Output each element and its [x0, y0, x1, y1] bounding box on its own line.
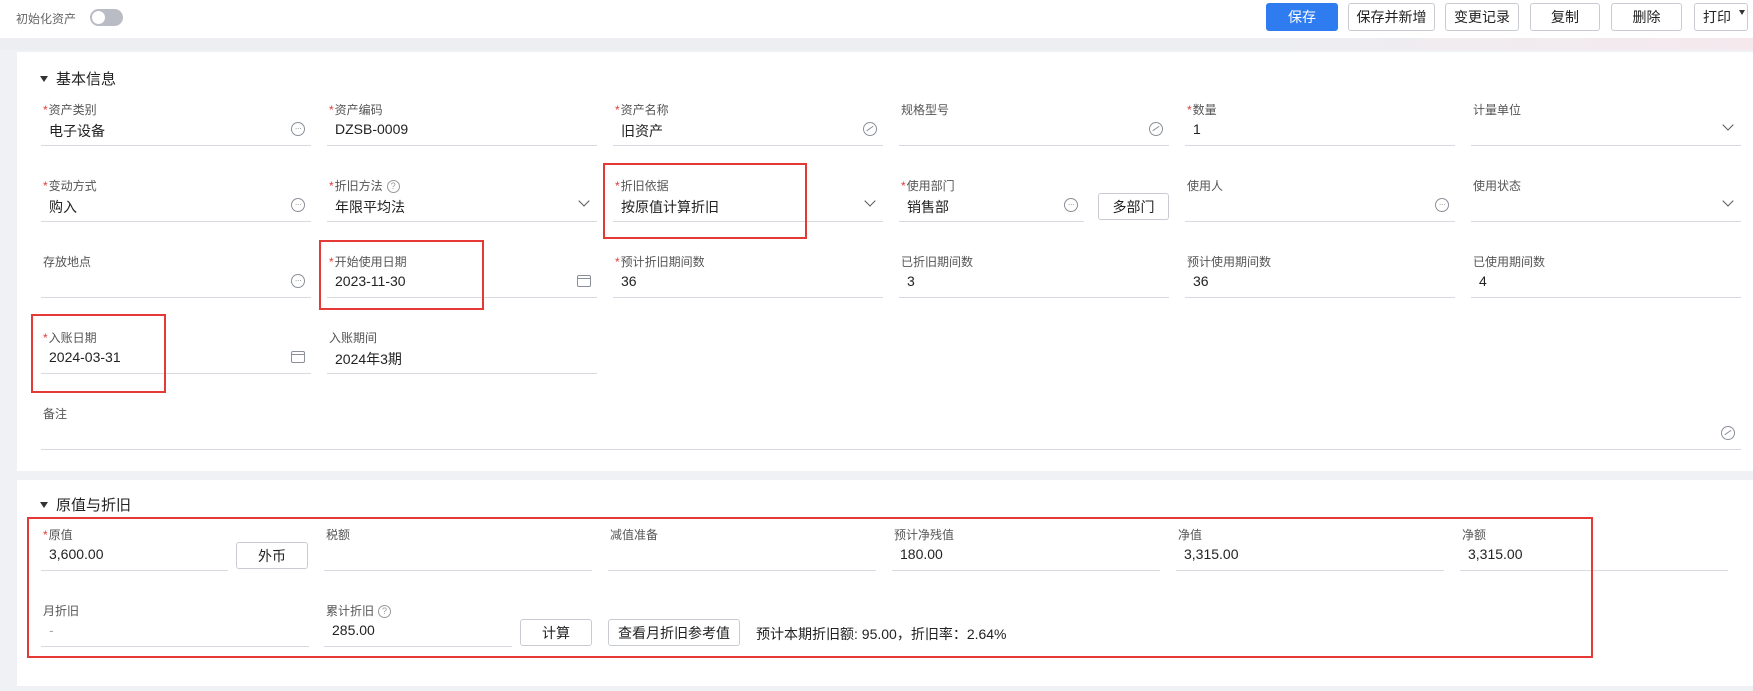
asset-code-field[interactable]: *资产编码 DZSB-0009 [327, 101, 597, 147]
depr-method-label: 折旧方法 [334, 179, 383, 193]
dept-field[interactable]: *使用部门 销售部 ··· [899, 177, 1084, 223]
est-depr-periods-field[interactable]: *预计折旧期间数 36 [613, 253, 883, 299]
change-method-label: 变动方式 [48, 179, 97, 193]
entry-period-value: 2024年3期 [335, 351, 402, 367]
est-use-periods-label: 预计使用期间数 [1187, 255, 1272, 269]
asset-name-label: 资产名称 [620, 103, 669, 117]
toolbar: 初始化资产 保存 保存并新增 变更记录 复制 删除 打印 [0, 0, 1753, 38]
print-button[interactable]: 打印 [1694, 3, 1748, 31]
basic-info-title: 基本信息 [56, 71, 117, 88]
header-strip [0, 38, 1753, 50]
used-periods-label: 已使用期间数 [1473, 255, 1546, 269]
asset-name-value: 旧资产 [621, 123, 663, 139]
asset-code-label: 资产编码 [334, 103, 383, 117]
more-dots-icon[interactable]: ··· [291, 274, 305, 288]
remark-label: 备注 [43, 407, 68, 421]
entry-period-field[interactable]: 入账期间 2024年3期 [327, 329, 597, 375]
chevron-down-icon[interactable] [1722, 195, 1734, 207]
used-periods-value: 4 [1479, 273, 1487, 289]
dept-label: 使用部门 [906, 179, 955, 193]
entry-period-label: 入账期间 [329, 331, 378, 345]
dept-value: 销售部 [907, 199, 949, 215]
basic-info-header[interactable]: 基本信息 [40, 68, 116, 89]
depreciation-title: 原值与折旧 [56, 497, 132, 514]
depr-periods-done-label: 已折旧期间数 [901, 255, 974, 269]
asset-name-field[interactable]: *资产名称 旧资产 [613, 101, 883, 147]
calendar-icon[interactable] [291, 351, 305, 363]
use-status-label: 使用状态 [1473, 179, 1522, 193]
highlight-start-date [319, 240, 484, 310]
location-label: 存放地点 [43, 255, 92, 269]
asset-category-value: 电子设备 [49, 123, 105, 139]
quantity-label: 数量 [1192, 103, 1217, 117]
change-method-field[interactable]: *变动方式 购入 ··· [41, 177, 311, 223]
more-dots-icon[interactable]: ··· [291, 198, 305, 212]
unit-label: 计量单位 [1473, 103, 1522, 117]
highlight-entry-date [31, 314, 166, 393]
change-method-value: 购入 [49, 199, 77, 215]
depreciation-header[interactable]: 原值与折旧 [40, 494, 131, 515]
est-depr-periods-label: 预计折旧期间数 [620, 255, 705, 269]
more-dots-icon[interactable]: ··· [291, 122, 305, 136]
depr-method-field[interactable]: *折旧方法? 年限平均法 [327, 177, 597, 223]
multilang-icon[interactable] [1721, 426, 1735, 440]
help-icon[interactable]: ? [386, 180, 400, 194]
depr-method-value: 年限平均法 [335, 199, 405, 215]
spec-model-label: 规格型号 [901, 103, 950, 117]
calendar-icon[interactable] [577, 275, 591, 287]
highlight-depreciation-section [27, 517, 1593, 658]
asset-category-field[interactable]: *资产类别 电子设备 ··· [41, 101, 311, 147]
remark-field[interactable]: 备注 [41, 405, 1741, 451]
est-use-periods-value: 36 [1193, 273, 1209, 289]
print-button-label: 打印 [1703, 9, 1731, 25]
save-button[interactable]: 保存 [1266, 3, 1338, 31]
more-dots-icon[interactable]: ··· [1064, 198, 1078, 212]
quantity-value: 1 [1193, 121, 1201, 137]
multi-dept-button[interactable]: 多部门 [1098, 193, 1169, 220]
init-asset-toggle[interactable] [90, 9, 123, 26]
collapse-triangle-icon [40, 501, 48, 508]
more-dots-icon[interactable]: ··· [1435, 198, 1449, 212]
depr-periods-done-value: 3 [907, 273, 915, 289]
highlight-depr-basis [603, 163, 807, 239]
print-dropdown-icon [1739, 10, 1745, 15]
est-use-periods-field[interactable]: 预计使用期间数 36 [1185, 253, 1455, 299]
spec-model-field[interactable]: 规格型号 [899, 101, 1169, 147]
delete-button[interactable]: 删除 [1611, 3, 1682, 31]
quantity-field[interactable]: *数量 1 [1185, 101, 1455, 147]
multilang-icon[interactable] [1149, 122, 1163, 136]
user-field[interactable]: 使用人 ··· [1185, 177, 1455, 223]
depr-periods-done-field[interactable]: 已折旧期间数 3 [899, 253, 1169, 299]
unit-field[interactable]: 计量单位 [1471, 101, 1741, 147]
chevron-down-icon[interactable] [864, 195, 876, 207]
change-log-button[interactable]: 变更记录 [1445, 3, 1519, 31]
location-field[interactable]: 存放地点 ··· [41, 253, 311, 299]
used-periods-field[interactable]: 已使用期间数 4 [1471, 253, 1741, 299]
collapse-triangle-icon [40, 75, 48, 82]
use-status-field[interactable]: 使用状态 [1471, 177, 1741, 223]
init-asset-label: 初始化资产 [16, 12, 77, 26]
chevron-down-icon[interactable] [578, 195, 590, 207]
multilang-icon[interactable] [863, 122, 877, 136]
user-label: 使用人 [1187, 179, 1224, 193]
chevron-down-icon[interactable] [1722, 119, 1734, 131]
toggle-knob [92, 11, 105, 24]
est-depr-periods-value: 36 [621, 273, 637, 289]
save-and-new-button[interactable]: 保存并新增 [1348, 3, 1435, 31]
asset-category-label: 资产类别 [48, 103, 97, 117]
asset-code-value: DZSB-0009 [335, 121, 409, 137]
copy-button[interactable]: 复制 [1530, 3, 1600, 31]
